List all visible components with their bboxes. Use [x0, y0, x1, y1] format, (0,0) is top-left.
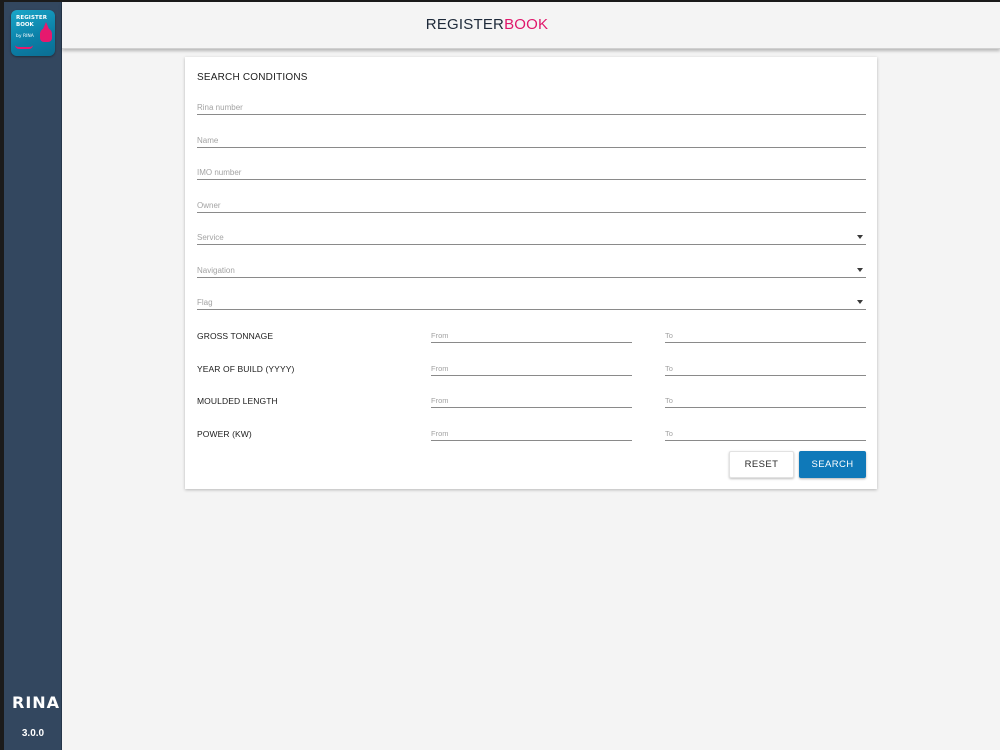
moulded-length-label: MOULDED LENGTH [197, 396, 278, 406]
name-field[interactable] [197, 128, 866, 148]
owner-field[interactable] [197, 193, 866, 213]
page-title: REGISTERBOOK [62, 16, 912, 33]
gross-tonnage-label: GROSS TONNAGE [197, 331, 274, 341]
gross-tonnage-to-input[interactable] [665, 331, 866, 340]
app-version: 3.0.0 [21, 728, 45, 739]
power-from-input[interactable] [431, 429, 632, 438]
page-title-part1: REGISTER [425, 16, 505, 33]
gross-tonnage-from[interactable] [431, 327, 632, 343]
chevron-down-icon[interactable] [857, 235, 863, 239]
app-logo-line1: REGISTER [16, 15, 48, 21]
rina-brand-logo: RINA [12, 693, 61, 712]
chevron-down-icon[interactable] [857, 268, 863, 272]
power-to[interactable] [665, 425, 866, 441]
service-select-input[interactable] [197, 233, 866, 242]
rina-number-input[interactable] [197, 103, 866, 112]
year-of-build-to[interactable] [665, 360, 866, 376]
imo-number-input[interactable] [197, 168, 866, 177]
navigation-select-input[interactable] [197, 266, 866, 275]
sidebar: REGISTER BOOK by RINA RINA 3.0.0 [4, 2, 62, 750]
card-title: SEARCH CONDITIONS [197, 72, 308, 83]
gross-tonnage-to[interactable] [665, 327, 866, 343]
wave-icon [15, 45, 33, 49]
app-logo-line2: BOOK [16, 22, 34, 28]
reset-button[interactable]: RESET [729, 451, 794, 478]
name-input[interactable] [197, 136, 866, 145]
power-label: POWER (KW) [197, 429, 252, 439]
search-conditions-card: SEARCH CONDITIONS GROSS TONNAGE YEAR OF … [185, 57, 877, 489]
power-to-input[interactable] [665, 429, 866, 438]
search-button[interactable]: SEARCH [799, 451, 866, 478]
moulded-length-from-input[interactable] [431, 396, 632, 405]
service-select[interactable] [197, 225, 866, 245]
app-logo-line3: by RINA [16, 34, 34, 39]
flag-select-input[interactable] [197, 298, 866, 307]
imo-number-field[interactable] [197, 160, 866, 180]
year-of-build-from-input[interactable] [431, 364, 632, 373]
year-of-build-label: YEAR OF BUILD (YYYY) [197, 364, 295, 374]
header: REGISTERBOOK [62, 2, 1000, 49]
year-of-build-from[interactable] [431, 360, 632, 376]
moulded-length-to[interactable] [665, 392, 866, 408]
owner-input[interactable] [197, 201, 866, 210]
power-from[interactable] [431, 425, 632, 441]
moulded-length-to-input[interactable] [665, 396, 866, 405]
navigation-select[interactable] [197, 258, 866, 278]
gross-tonnage-from-input[interactable] [431, 331, 632, 340]
chevron-down-icon[interactable] [857, 300, 863, 304]
year-of-build-to-input[interactable] [665, 364, 866, 373]
moulded-length-from[interactable] [431, 392, 632, 408]
app-logo[interactable]: REGISTER BOOK by RINA [11, 10, 55, 56]
page-title-part2: BOOK [504, 16, 549, 33]
ship-icon [40, 28, 52, 42]
flag-select[interactable] [197, 290, 866, 310]
rina-number-field[interactable] [197, 95, 866, 115]
